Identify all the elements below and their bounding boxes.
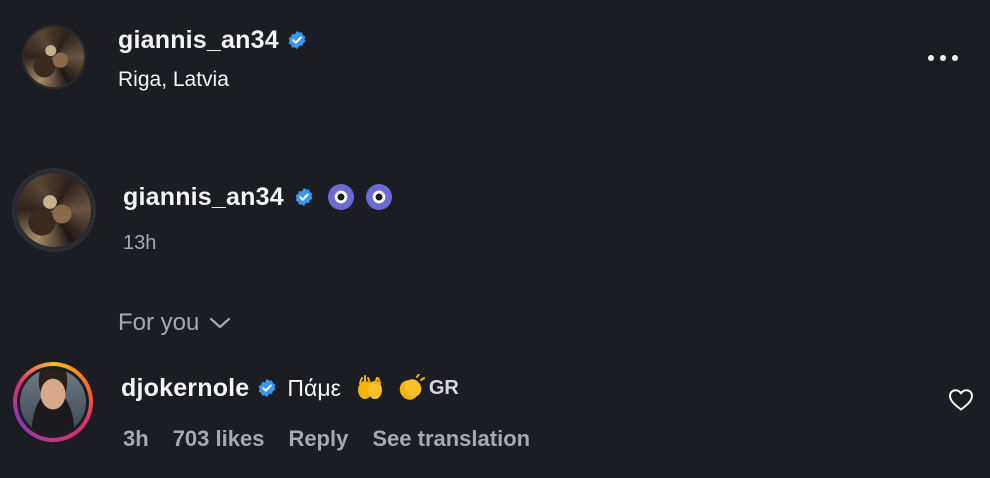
comment-actions: 3h 703 likes Reply See translation <box>123 425 554 453</box>
comment-timestamp: 3h <box>123 426 149 451</box>
comment-row: djokernole Πάμε GR <box>121 371 459 405</box>
post-location[interactable]: Riga, Latvia <box>118 68 229 92</box>
caption-username[interactable]: giannis_an34 <box>123 183 284 212</box>
verified-badge-icon <box>295 187 313 207</box>
commenter-avatar[interactable] <box>13 362 93 442</box>
post-author-username[interactable]: giannis_an34 <box>118 26 279 55</box>
see-translation-button[interactable]: See translation <box>372 426 530 452</box>
for-you-label: For you <box>118 309 200 336</box>
comment-text: Πάμε <box>287 374 341 401</box>
more-options-button[interactable] <box>928 52 964 64</box>
reply-button[interactable]: Reply <box>288 426 348 452</box>
verified-badge-icon <box>259 378 276 398</box>
caption-timestamp: 13h <box>123 232 157 254</box>
evil-eye-emoji <box>327 184 354 210</box>
for-you-filter[interactable]: For you <box>118 309 231 337</box>
caption-row: giannis_an34 <box>123 180 392 214</box>
verified-badge-icon <box>288 30 306 50</box>
chevron-down-icon <box>210 317 231 329</box>
evil-eye-emoji <box>365 184 392 210</box>
comment-likes-count[interactable]: 703 likes <box>173 426 265 452</box>
post-author-avatar[interactable] <box>22 25 86 89</box>
avatar-ring <box>17 366 89 438</box>
raised-hands-emoji-icon <box>357 375 382 399</box>
commenter-username[interactable]: djokernole <box>121 374 249 403</box>
flag-label: GR <box>428 376 459 399</box>
post-author-row: giannis_an34 <box>118 24 307 56</box>
caption-author-avatar[interactable] <box>14 170 94 250</box>
heart-icon[interactable] <box>948 388 974 412</box>
more-horizontal-icon <box>928 55 958 61</box>
clapping-hands-emoji-icon <box>399 374 425 400</box>
avatar-photo <box>20 369 86 435</box>
